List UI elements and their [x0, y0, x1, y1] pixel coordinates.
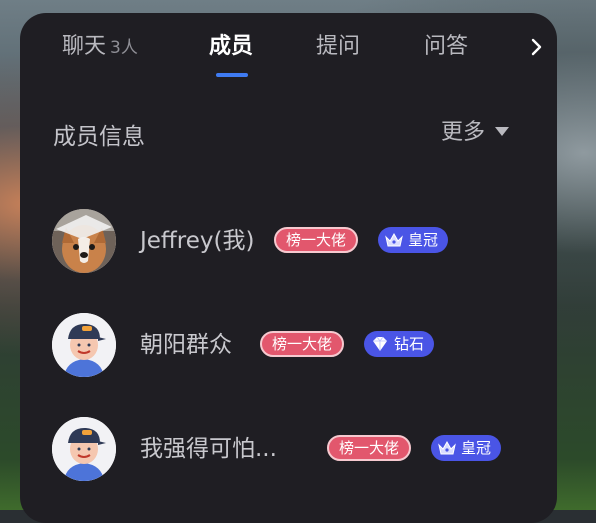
- tab-questions[interactable]: 提问: [316, 33, 360, 61]
- level-badge-label: 钻石: [394, 335, 425, 353]
- tab-chat-label: 聊天: [62, 34, 107, 59]
- level-badge: 皇冠: [431, 435, 502, 461]
- tab-qa[interactable]: 问答: [424, 33, 468, 61]
- rank-badge: 榜一大佬: [274, 227, 359, 253]
- more-dropdown[interactable]: 更多: [441, 117, 510, 149]
- tab-chat[interactable]: 聊天 3人: [62, 33, 138, 61]
- crown-icon: [438, 440, 456, 454]
- more-label: 更多: [441, 120, 486, 145]
- avatar: [52, 313, 116, 377]
- tab-questions-label: 提问: [316, 34, 361, 59]
- member-row[interactable]: 我强得可怕... 榜一大佬 皇冠: [20, 417, 557, 481]
- level-badge-label: 皇冠: [461, 439, 492, 457]
- avatar: [52, 209, 116, 273]
- members-panel: 聊天 3人 成员 提问 问答 成员信息 更多 Jeffrey(我) 榜一大佬 皇…: [20, 13, 557, 523]
- dropdown-triangle-icon: [495, 126, 510, 136]
- member-name: 我强得可怕...: [140, 436, 277, 462]
- tab-bar: 聊天 3人 成员 提问 问答: [20, 13, 557, 93]
- avatar: [52, 417, 116, 481]
- diamond-icon: [373, 336, 387, 351]
- crown-icon: [385, 232, 403, 246]
- member-row[interactable]: Jeffrey(我) 榜一大佬 皇冠: [20, 209, 557, 273]
- tab-members-label: 成员: [209, 34, 254, 59]
- active-tab-indicator: [216, 73, 248, 77]
- level-badge: 钻石: [364, 331, 435, 357]
- rank-badge: 榜一大佬: [327, 435, 412, 461]
- member-row[interactable]: 朝阳群众 榜一大佬 钻石: [20, 313, 557, 377]
- rank-badge: 榜一大佬: [260, 331, 345, 357]
- chevron-right-icon[interactable]: [528, 35, 546, 59]
- tab-chat-count: 3人: [110, 38, 138, 58]
- level-badge-label: 皇冠: [408, 231, 439, 249]
- section-title: 成员信息: [53, 124, 145, 150]
- level-badge: 皇冠: [378, 227, 449, 253]
- member-name: 朝阳群众: [140, 332, 232, 358]
- tab-members[interactable]: 成员: [209, 33, 253, 61]
- tab-qa-label: 问答: [424, 34, 469, 59]
- member-name: Jeffrey(我): [140, 228, 255, 254]
